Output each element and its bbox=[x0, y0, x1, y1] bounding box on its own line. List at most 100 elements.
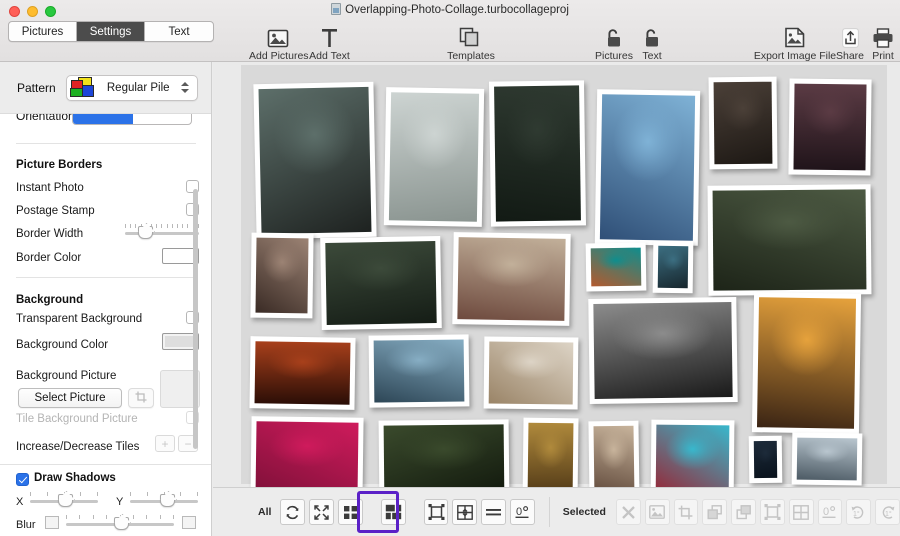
tool-selected-bring-forward[interactable] bbox=[731, 499, 756, 525]
collage-photo[interactable] bbox=[585, 242, 647, 292]
toolbar-add-text[interactable]: Add Text bbox=[308, 20, 351, 62]
slider-thumb[interactable] bbox=[138, 226, 153, 239]
tool-align[interactable] bbox=[481, 499, 506, 525]
border-width-slider[interactable] bbox=[125, 224, 199, 239]
slider-thumb[interactable] bbox=[160, 494, 175, 507]
text-t-icon bbox=[308, 20, 351, 48]
collage-photo-image bbox=[494, 85, 581, 222]
background-crop-button[interactable] bbox=[128, 388, 154, 408]
toolbar-print[interactable]: Print bbox=[868, 20, 898, 62]
collage-photo[interactable] bbox=[320, 235, 442, 331]
orientation-segmented-control[interactable] bbox=[72, 114, 192, 125]
collage-photo-image bbox=[657, 245, 689, 289]
tool-spacing[interactable] bbox=[452, 499, 478, 525]
tool-selected-send-backward[interactable] bbox=[702, 499, 728, 525]
shadow-y-slider[interactable] bbox=[130, 492, 198, 507]
collage-photo[interactable] bbox=[249, 336, 356, 410]
shadow-blur-slider[interactable] bbox=[66, 515, 174, 530]
collage-photo[interactable] bbox=[791, 432, 863, 486]
tool-fit-frame[interactable] bbox=[423, 499, 449, 525]
increase-tiles-button[interactable]: + bbox=[155, 435, 175, 452]
toolbar-lock-pictures[interactable]: Pictures bbox=[592, 20, 636, 62]
four-panes-icon bbox=[793, 504, 810, 520]
four-panes-icon bbox=[456, 504, 473, 520]
tool-selected-crop[interactable] bbox=[673, 499, 699, 525]
collage-photo-image bbox=[325, 241, 437, 325]
tool-reset-rotation[interactable]: 0 bbox=[510, 499, 535, 525]
chevron-updown-icon[interactable] bbox=[179, 82, 192, 93]
border-width-label: Border Width bbox=[16, 228, 84, 240]
tool-selected-remove[interactable] bbox=[615, 499, 641, 525]
collage-photo[interactable] bbox=[788, 78, 872, 176]
frame-contract-icon bbox=[764, 504, 781, 520]
collage-photo[interactable] bbox=[253, 81, 377, 240]
section-divider bbox=[16, 143, 196, 144]
slider-thumb[interactable] bbox=[58, 494, 73, 507]
collage-photo-image bbox=[258, 86, 372, 235]
collage-photo-image bbox=[599, 94, 696, 241]
tool-selected-rotate-cw[interactable]: 1° bbox=[846, 499, 872, 525]
settings-scrollbar[interactable] bbox=[193, 189, 198, 449]
small-grid-icon bbox=[343, 505, 357, 519]
collage-photo-image bbox=[457, 237, 566, 321]
section-divider bbox=[16, 277, 196, 278]
collage-photo[interactable] bbox=[368, 334, 470, 408]
postage-stamp-label: Postage Stamp bbox=[16, 205, 95, 217]
toolbar-add-text-label: Add Text bbox=[309, 50, 350, 62]
tab-pictures[interactable]: Pictures bbox=[9, 22, 77, 41]
collage-photo[interactable] bbox=[383, 87, 485, 227]
pattern-label: Pattern bbox=[17, 80, 56, 95]
collage-photo[interactable] bbox=[652, 240, 694, 294]
orientation-row-clipped[interactable]: Orientation bbox=[0, 114, 205, 126]
rotate-cw-icon: 1° bbox=[851, 505, 864, 519]
document-title: Overlapping-Photo-Collage.turbocollagepr… bbox=[0, 3, 900, 16]
pattern-select[interactable]: Regular Pile bbox=[65, 74, 198, 101]
increase-decrease-tiles-label: Increase/Decrease Tiles bbox=[16, 441, 140, 453]
collage-photo-image bbox=[488, 341, 574, 405]
tool-selected-spacing[interactable] bbox=[788, 499, 814, 525]
selected-tool-highlight bbox=[357, 491, 399, 533]
collage-photo[interactable] bbox=[483, 336, 579, 410]
collage-photo[interactable] bbox=[452, 232, 571, 326]
collage-photo[interactable] bbox=[751, 292, 862, 434]
collage-surface[interactable] bbox=[241, 65, 887, 506]
bring-forward-icon bbox=[736, 504, 751, 519]
svg-text:1°: 1° bbox=[853, 510, 860, 518]
shadow-x-slider[interactable] bbox=[30, 492, 98, 507]
select-picture-button[interactable]: Select Picture bbox=[18, 388, 122, 408]
overlapping-rects-icon bbox=[69, 76, 98, 99]
expand-arrows-icon bbox=[314, 504, 329, 520]
collage-canvas-area[interactable] bbox=[213, 62, 900, 506]
export-image-icon bbox=[753, 20, 837, 48]
collage-photo[interactable] bbox=[588, 296, 738, 405]
selected-group-label: Selected bbox=[562, 506, 606, 518]
orientation-label: Orientation bbox=[16, 114, 75, 123]
tool-selected-rotate-ccw[interactable]: 1° bbox=[875, 499, 900, 525]
tool-scatter[interactable] bbox=[309, 499, 335, 525]
tool-selected-fit-frame[interactable] bbox=[759, 499, 785, 525]
toolbar-lock-pictures-label: Pictures bbox=[595, 50, 633, 62]
collage-photo[interactable] bbox=[594, 89, 701, 246]
collage-photo[interactable] bbox=[748, 435, 783, 484]
collage-photo[interactable] bbox=[488, 80, 587, 227]
tool-selected-replace-picture[interactable] bbox=[644, 499, 670, 525]
tab-settings[interactable]: Settings bbox=[77, 22, 145, 41]
collage-photo[interactable] bbox=[707, 184, 872, 296]
toolbar-share[interactable]: Share bbox=[832, 20, 868, 62]
toolbar-add-pictures[interactable]: Add Pictures bbox=[249, 20, 309, 62]
circular-arrows-icon bbox=[287, 505, 299, 519]
tool-shuffle-rotate[interactable] bbox=[280, 499, 306, 525]
toolbar-export-image-file[interactable]: Export Image File bbox=[753, 20, 837, 62]
draw-shadows-checkbox[interactable] bbox=[16, 473, 29, 486]
toolbar-export-image-file-label: Export Image File bbox=[753, 50, 837, 62]
frame-contract-icon bbox=[428, 504, 444, 520]
collage-photo[interactable] bbox=[708, 76, 778, 170]
slider-thumb[interactable] bbox=[114, 517, 129, 530]
crop-icon bbox=[679, 505, 693, 519]
collage-photo[interactable] bbox=[250, 232, 314, 319]
all-group-label: All bbox=[258, 506, 272, 518]
toolbar-templates[interactable]: Templates bbox=[442, 20, 500, 62]
toolbar-lock-text[interactable]: Text bbox=[636, 20, 668, 62]
tool-selected-reset-rotation[interactable]: 0 bbox=[817, 499, 843, 525]
tab-text[interactable]: Text bbox=[145, 22, 213, 41]
